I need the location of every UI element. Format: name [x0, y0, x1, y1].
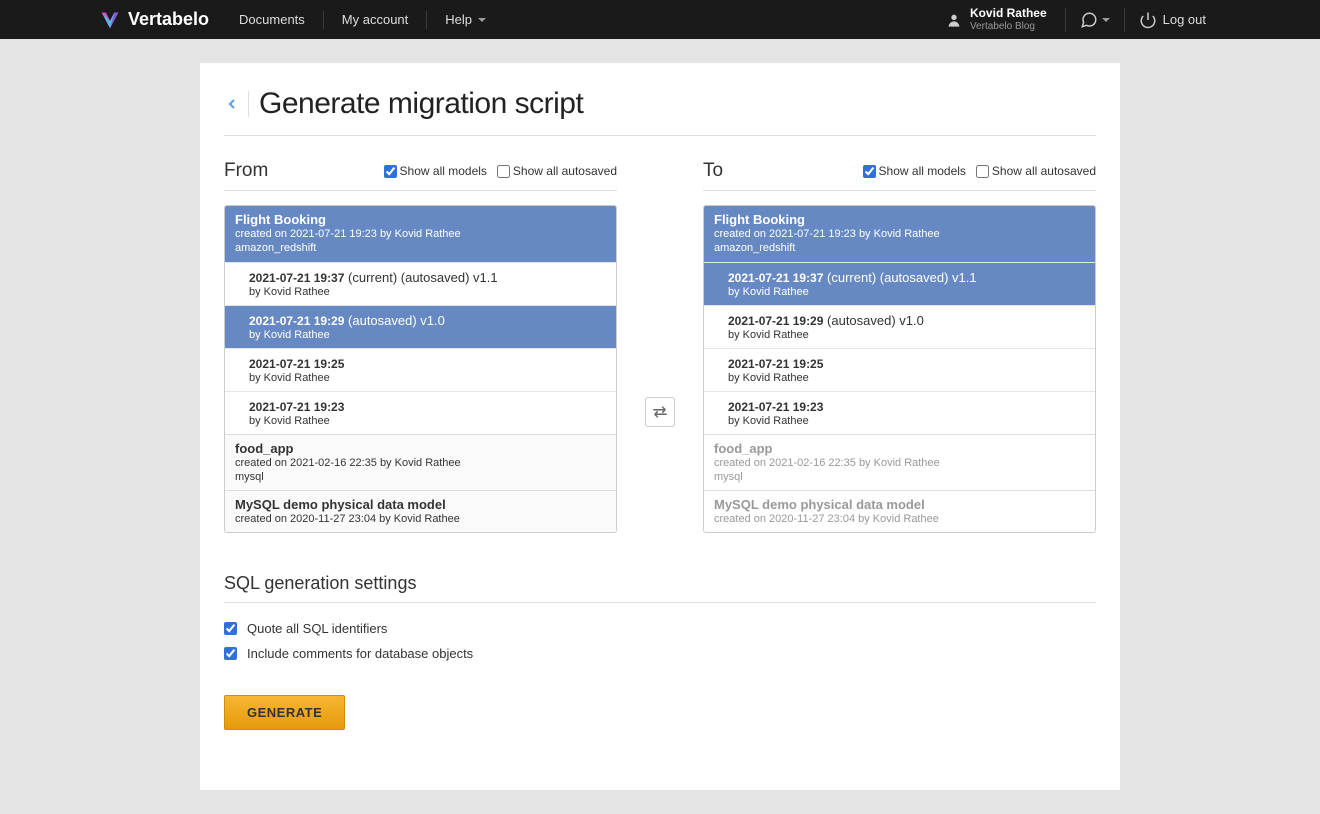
user-sub: Vertabelo Blog: [970, 21, 1047, 32]
version-row[interactable]: 2021-07-21 19:25by Kovid Rathee: [225, 348, 616, 391]
include-comments-label: Include comments for database objects: [247, 646, 473, 661]
model-name: MySQL demo physical data model: [235, 497, 606, 512]
chevron-down-icon: [1102, 18, 1110, 22]
version-date: 2021-07-21 19:29: [249, 314, 344, 328]
to-show-all-autosaved[interactable]: Show all autosaved: [976, 164, 1096, 178]
from-list: Flight Bookingcreated on 2021-07-21 19:2…: [224, 205, 617, 533]
from-show-all-autosaved[interactable]: Show all autosaved: [497, 164, 617, 178]
nav-help[interactable]: Help: [426, 11, 504, 29]
user-menu[interactable]: Kovid Rathee Vertabelo Blog: [946, 7, 1047, 31]
brand-name: Vertabelo: [128, 9, 209, 30]
version-date: 2021-07-21 19:29: [728, 314, 823, 328]
to-title: To: [703, 160, 723, 182]
to-show-all-models[interactable]: Show all models: [863, 164, 966, 178]
model-header[interactable]: MySQL demo physical data modelcreated on…: [225, 490, 616, 532]
nav-documents[interactable]: Documents: [239, 11, 323, 29]
version-by: by Kovid Rathee: [249, 329, 606, 341]
swap-button[interactable]: [645, 397, 675, 427]
version-row[interactable]: 2021-07-21 19:29 (autosaved) v1.0by Kovi…: [225, 305, 616, 348]
model-header[interactable]: food_appcreated on 2021-02-16 22:35 by K…: [225, 434, 616, 491]
model-header[interactable]: Flight Bookingcreated on 2021-07-21 19:2…: [704, 206, 1095, 262]
model-engine: amazon_redshift: [235, 241, 606, 255]
include-comments-checkbox[interactable]: [224, 647, 237, 660]
arrow-left-icon: [224, 96, 240, 112]
version-row[interactable]: 2021-07-21 19:23by Kovid Rathee: [225, 391, 616, 434]
version-flags: (current) (autosaved) v1.1: [344, 270, 497, 285]
version-row[interactable]: 2021-07-21 19:37 (current) (autosaved) v…: [225, 262, 616, 305]
model-meta: created on 2021-07-21 19:23 by Kovid Rat…: [235, 227, 606, 241]
quote-identifiers-checkbox[interactable]: [224, 622, 237, 635]
model-name: Flight Booking: [235, 212, 606, 227]
quote-identifiers-label: Quote all SQL identifiers: [247, 621, 387, 636]
from-column: From Show all models Show all autosaved …: [224, 160, 617, 533]
model-engine: amazon_redshift: [714, 241, 1085, 255]
version-row[interactable]: 2021-07-21 19:37 (current) (autosaved) v…: [704, 262, 1095, 305]
vertabelo-logo-icon: [100, 10, 120, 30]
generate-button[interactable]: GENERATE: [224, 695, 345, 730]
version-by: by Kovid Rathee: [249, 286, 606, 298]
page-content: Generate migration script From Show all …: [200, 63, 1120, 790]
swap-horizontal-icon: [651, 406, 669, 418]
version-date: 2021-07-21 19:37: [728, 271, 823, 285]
model-name: Flight Booking: [714, 212, 1085, 227]
from-title: From: [224, 160, 268, 182]
model-name: food_app: [235, 441, 606, 456]
nav-help-label: Help: [445, 11, 472, 29]
logout-button[interactable]: Log out: [1124, 8, 1220, 32]
version-row[interactable]: 2021-07-21 19:25by Kovid Rathee: [704, 348, 1095, 391]
version-flags: (autosaved) v1.0: [823, 313, 923, 328]
version-by: by Kovid Rathee: [249, 415, 606, 427]
model-meta: created on 2020-11-27 23:04 by Kovid Rat…: [714, 512, 1085, 526]
brand-logo[interactable]: Vertabelo: [100, 9, 209, 30]
title-separator: [248, 91, 249, 117]
top-bar: Vertabelo Documents My account Help Kovi…: [0, 0, 1320, 39]
model-meta: created on 2021-02-16 22:35 by Kovid Rat…: [714, 456, 1085, 470]
version-date: 2021-07-21 19:23: [728, 400, 823, 414]
main-nav: Documents My account Help: [239, 11, 504, 29]
version-flags: (autosaved) v1.0: [344, 313, 444, 328]
version-by: by Kovid Rathee: [728, 415, 1085, 427]
from-show-all-models[interactable]: Show all models: [384, 164, 487, 178]
model-header[interactable]: MySQL demo physical data modelcreated on…: [704, 490, 1095, 532]
model-meta: created on 2021-02-16 22:35 by Kovid Rat…: [235, 456, 606, 470]
messages-button[interactable]: [1065, 8, 1124, 32]
to-column: To Show all models Show all autosaved Fl…: [703, 160, 1096, 533]
version-by: by Kovid Rathee: [728, 372, 1085, 384]
model-name: food_app: [714, 441, 1085, 456]
to-list: Flight Bookingcreated on 2021-07-21 19:2…: [703, 205, 1096, 533]
model-meta: created on 2021-07-21 19:23 by Kovid Rat…: [714, 227, 1085, 241]
version-by: by Kovid Rathee: [728, 286, 1085, 298]
logout-label: Log out: [1163, 12, 1206, 27]
model-header[interactable]: Flight Bookingcreated on 2021-07-21 19:2…: [225, 206, 616, 262]
speech-bubble-icon: [1080, 11, 1098, 29]
back-button[interactable]: [224, 96, 240, 112]
page-title: Generate migration script: [259, 87, 583, 121]
model-engine: mysql: [235, 470, 606, 484]
version-row[interactable]: 2021-07-21 19:23by Kovid Rathee: [704, 391, 1095, 434]
version-date: 2021-07-21 19:25: [728, 357, 823, 371]
model-engine: mysql: [714, 470, 1085, 484]
power-icon: [1139, 11, 1157, 29]
version-date: 2021-07-21 19:23: [249, 400, 344, 414]
nav-my-account[interactable]: My account: [323, 11, 426, 29]
version-row[interactable]: 2021-07-21 19:29 (autosaved) v1.0by Kovi…: [704, 305, 1095, 348]
settings-title: SQL generation settings: [224, 573, 1096, 603]
user-icon: [946, 12, 962, 28]
version-date: 2021-07-21 19:25: [249, 357, 344, 371]
version-by: by Kovid Rathee: [249, 372, 606, 384]
version-date: 2021-07-21 19:37: [249, 271, 344, 285]
version-flags: (current) (autosaved) v1.1: [823, 270, 976, 285]
user-name: Kovid Rathee: [970, 7, 1047, 20]
model-name: MySQL demo physical data model: [714, 497, 1085, 512]
version-by: by Kovid Rathee: [728, 329, 1085, 341]
chevron-down-icon: [478, 18, 486, 22]
model-header[interactable]: food_appcreated on 2021-02-16 22:35 by K…: [704, 434, 1095, 491]
model-meta: created on 2020-11-27 23:04 by Kovid Rat…: [235, 512, 606, 526]
